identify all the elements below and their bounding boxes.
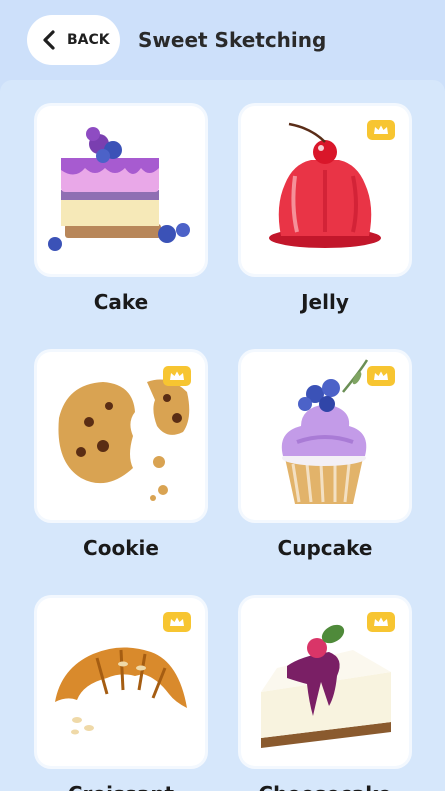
crown-icon — [374, 617, 388, 626]
card-cupcake[interactable] — [241, 352, 409, 520]
top-bar: BACK Sweet Sketching — [0, 0, 445, 80]
crown-icon — [374, 125, 388, 134]
card-label: Cupcake — [277, 536, 373, 560]
card-label: Cheesecake — [241, 782, 409, 791]
page-title: Sweet Sketching — [138, 28, 327, 52]
premium-badge — [163, 612, 191, 632]
card-label: Croissant — [37, 782, 205, 791]
crown-icon — [170, 617, 184, 626]
card-croissant[interactable] — [37, 598, 205, 766]
premium-badge — [367, 366, 395, 386]
card-label: Cookie — [83, 536, 159, 560]
cake-slice-icon — [48, 127, 190, 251]
card-jelly[interactable] — [241, 106, 409, 274]
card-cheesecake[interactable] — [241, 598, 409, 766]
premium-badge — [367, 612, 395, 632]
card-cake[interactable] — [37, 106, 205, 274]
back-button[interactable]: BACK — [27, 15, 120, 65]
crown-icon — [170, 371, 184, 380]
card-label: Cake — [93, 290, 149, 314]
premium-badge — [367, 120, 395, 140]
card-cookie[interactable] — [37, 352, 205, 520]
card-label: Jelly — [301, 290, 349, 314]
drawing-grid: Cake Jelly Cookie Cupcake — [0, 80, 445, 791]
premium-badge — [163, 366, 191, 386]
crown-icon — [374, 371, 388, 380]
chevron-left-icon — [43, 30, 55, 50]
back-button-label: BACK — [67, 32, 110, 48]
